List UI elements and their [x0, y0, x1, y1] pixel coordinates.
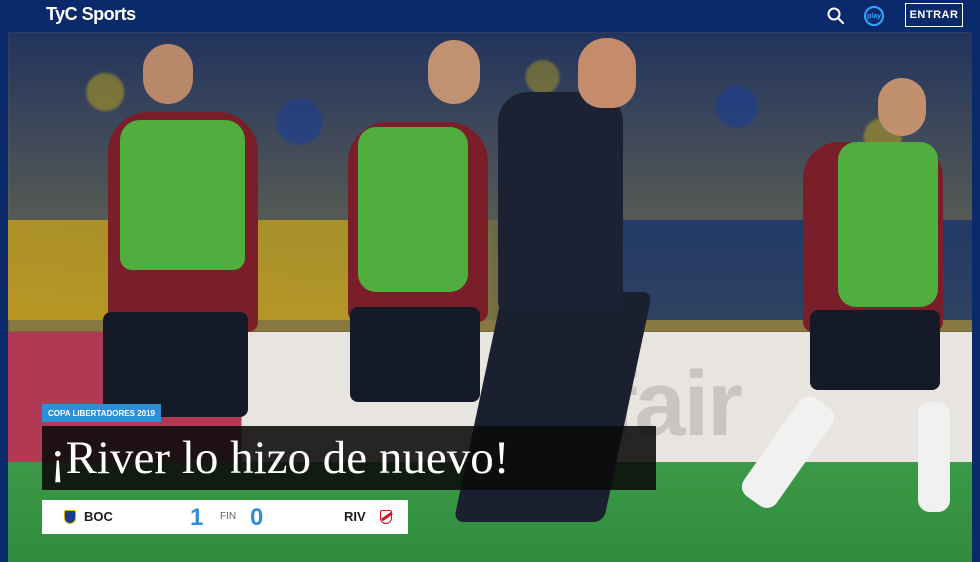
login-button[interactable]: ENTRAR	[905, 3, 963, 27]
player-right-head	[878, 78, 926, 136]
player-right-shorts	[810, 310, 940, 390]
player-middle-head	[428, 40, 480, 104]
away-team: RIV	[344, 509, 366, 524]
coach	[498, 92, 623, 312]
scoreboard[interactable]: BOC 1 FIN 0 RIV	[42, 500, 408, 534]
site-logo[interactable]: TyC Sports	[46, 4, 136, 25]
player-middle-bib	[358, 127, 468, 292]
player-left-head	[143, 44, 193, 104]
search-icon	[827, 7, 845, 25]
headline[interactable]: ¡River lo hizo de nuevo!	[42, 426, 656, 490]
player-left-bib	[120, 120, 245, 270]
player-right-leg-back	[918, 402, 950, 512]
hero-image[interactable]: etfair COPA LIBERTADORES 2019 ¡River lo …	[8, 32, 980, 562]
page-margin-left	[0, 32, 8, 562]
player-left-shorts	[103, 312, 248, 417]
river-crest-icon	[380, 510, 392, 524]
home-score: 1	[190, 504, 204, 531]
home-team: BOC	[84, 509, 113, 524]
site-header: TyC Sports play ENTRAR	[0, 0, 980, 32]
away-score: 0	[250, 504, 264, 531]
coach-head	[578, 38, 636, 108]
player-middle-shorts	[350, 307, 480, 402]
play-button[interactable]: play	[864, 6, 884, 26]
category-tag[interactable]: COPA LIBERTADORES 2019	[42, 404, 161, 422]
player-right-bib	[838, 142, 938, 307]
match-status: FIN	[220, 511, 237, 522]
boca-crest-icon	[64, 510, 76, 524]
page-margin-right	[972, 32, 980, 562]
play-label: play	[866, 12, 881, 20]
search-button[interactable]	[826, 6, 846, 26]
